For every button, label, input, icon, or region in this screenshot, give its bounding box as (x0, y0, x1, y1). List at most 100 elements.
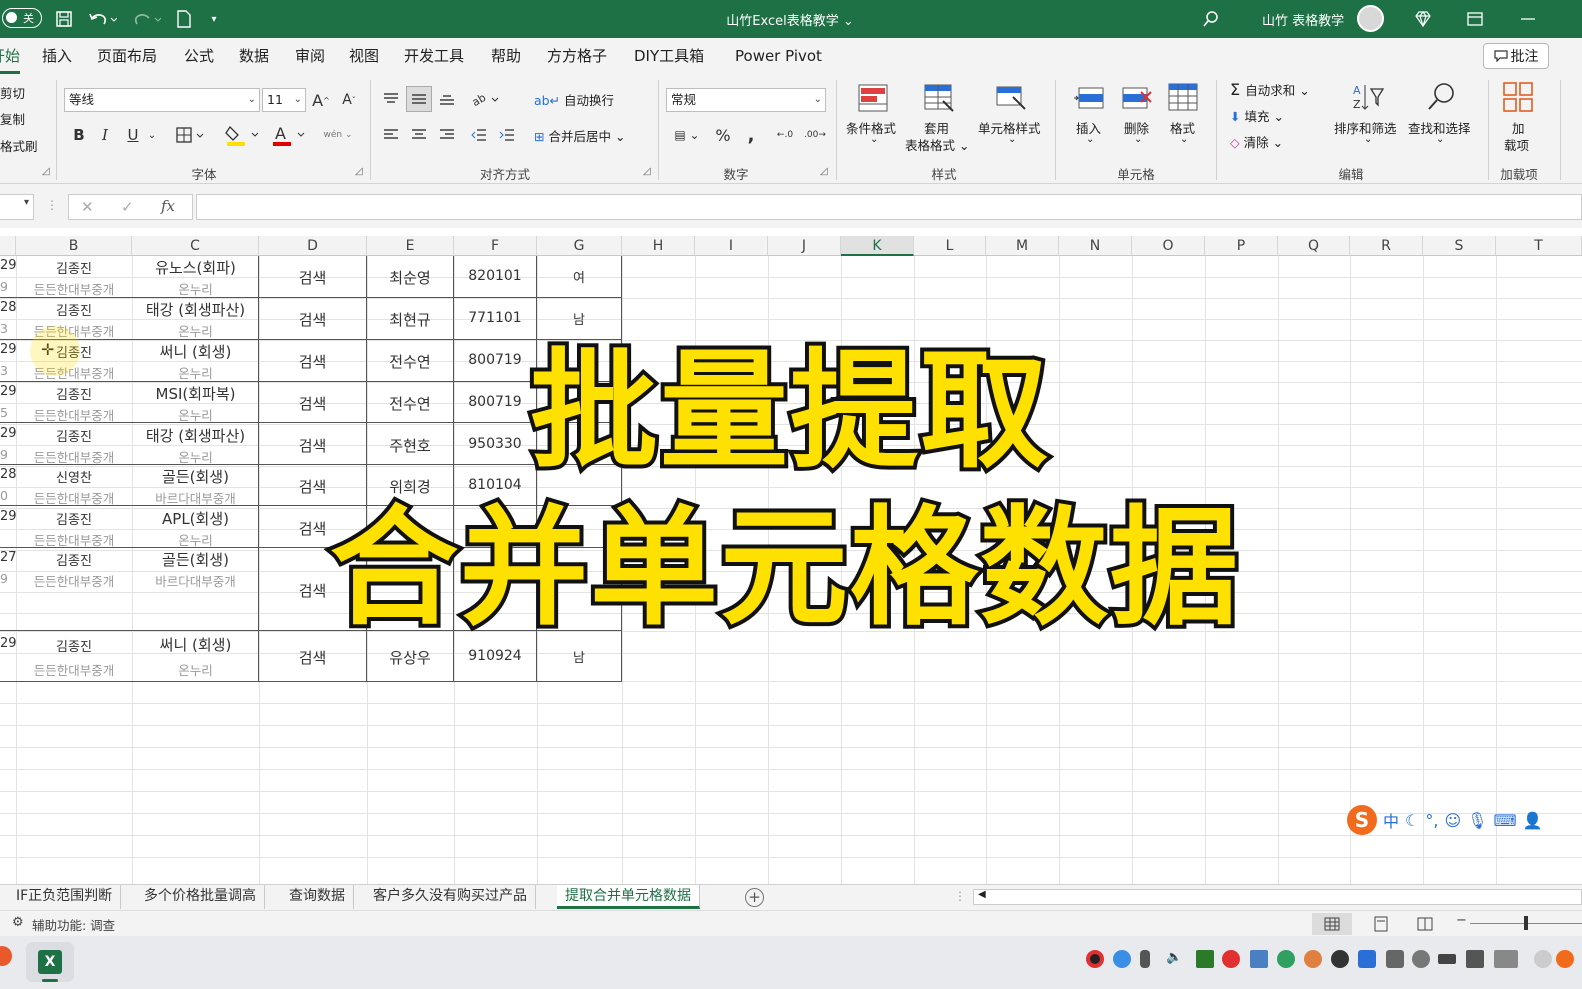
cell-a-sub[interactable]: 3 (0, 321, 16, 336)
alignment-launcher-icon[interactable]: ◿ (643, 166, 651, 177)
horizontal-scrollbar[interactable]: ◀ (973, 889, 1582, 905)
document-title[interactable]: 山竹Excel表格教学 ⌄ (700, 10, 880, 29)
tab-diy-toolbox[interactable]: DIY工具箱 (634, 38, 704, 74)
cell-c[interactable]: 써니 (회생) (132, 634, 259, 655)
tab-developer[interactable]: 开发工具 (404, 38, 464, 74)
cell-g[interactable]: 여 (537, 267, 621, 286)
cell-d[interactable]: 검색 (259, 309, 366, 330)
sheet-tab-customer-purchase[interactable]: 客户多久没有购买过产品 (365, 885, 536, 909)
cell-c-sub[interactable]: 온누리 (132, 447, 259, 466)
cell-c-sub[interactable]: 온누리 (132, 363, 259, 382)
undo-icon[interactable] (84, 8, 120, 30)
cell-b-sub[interactable]: 든든한대부중개 (16, 488, 132, 507)
cell-c-sub[interactable]: 온누리 (132, 405, 259, 424)
insert-cells-icon[interactable] (1072, 82, 1106, 114)
zoom-out-icon[interactable]: − (1456, 913, 1467, 928)
orientation-icon[interactable]: ab (468, 88, 504, 110)
align-right-icon[interactable] (436, 124, 458, 146)
cell-e[interactable]: 최순영 (367, 267, 453, 288)
cell-c[interactable]: 태강 (회생파산) (132, 425, 259, 446)
cell-b-sub[interactable]: 든든한대부중개 (16, 571, 132, 590)
format-cells-icon[interactable] (1166, 80, 1200, 114)
align-top-icon[interactable] (380, 88, 402, 110)
wifi-icon[interactable] (1466, 950, 1484, 968)
cell-a-sub[interactable]: 3 (0, 363, 16, 378)
format-as-table-button[interactable]: 表格格式 ⌄ (905, 135, 969, 154)
eye-tray-icon[interactable] (1412, 950, 1430, 968)
browser-app-icon[interactable] (0, 946, 12, 966)
column-header-t[interactable]: T (1496, 236, 1582, 256)
settings-tray-icon[interactable] (1534, 950, 1552, 968)
scroll-left-icon[interactable]: ◀ (978, 889, 986, 900)
cell-c-sub[interactable]: 온누리 (132, 279, 259, 298)
addins-icon[interactable] (1500, 80, 1536, 114)
bold-icon[interactable]: B (70, 124, 88, 146)
emoji-icon[interactable]: ☺ (1444, 811, 1461, 830)
cloud-icon[interactable] (1113, 950, 1131, 968)
column-header-p[interactable]: P (1205, 236, 1278, 256)
tab-data[interactable]: 数据 (239, 38, 269, 74)
user-icon[interactable]: 👤 (1523, 811, 1543, 830)
cell-f[interactable]: 771101 (454, 310, 536, 326)
qq2-tray-icon[interactable] (1331, 950, 1349, 968)
cell-c[interactable]: 골든(회생) (132, 466, 259, 487)
excel-taskbar-button[interactable]: X (26, 942, 74, 982)
increase-indent-icon[interactable] (496, 124, 518, 146)
cell-c[interactable]: 유노스(회파) (132, 257, 259, 278)
cell-e[interactable]: 최현규 (367, 309, 453, 330)
cell-b[interactable]: 김종진 (16, 636, 132, 655)
cell-f[interactable]: 950330 (454, 436, 536, 452)
find-select-icon[interactable] (1424, 80, 1458, 114)
keyboard-icon[interactable]: ⌨ (1493, 811, 1516, 830)
shield-tray-icon[interactable] (1358, 950, 1376, 968)
copy-button[interactable]: 复制 (0, 109, 25, 128)
cell-c[interactable]: APL(회생) (132, 508, 259, 529)
add-sheet-icon[interactable]: + (745, 888, 764, 907)
format-painter-button[interactable]: 格式刷 (0, 136, 38, 155)
sort-filter-icon[interactable]: AZ (1350, 80, 1386, 114)
customize-toolbar-icon[interactable]: ▾ (206, 8, 222, 30)
tab-formulas[interactable]: 公式 (184, 38, 214, 74)
underline-dropdown-icon[interactable]: ⌄ (146, 124, 158, 146)
cell-b-sub[interactable]: 든든한대부중개 (16, 660, 132, 679)
cell-d[interactable]: 검색 (259, 267, 366, 288)
align-middle-icon[interactable] (406, 86, 432, 112)
qq-tray-icon[interactable] (1304, 950, 1322, 968)
column-header-m[interactable]: M (986, 236, 1059, 256)
cell-a[interactable]: 28 (0, 467, 16, 482)
column-header-f[interactable]: F (454, 236, 537, 256)
font-name-select[interactable]: 等线 ⌄ (64, 88, 260, 112)
cell-c[interactable]: 써니 (회생) (132, 341, 259, 362)
minimize-icon[interactable] (1518, 8, 1538, 30)
cell-c-sub[interactable]: 온누리 (132, 321, 259, 340)
column-header-o[interactable]: O (1132, 236, 1205, 256)
sheet-tab-extract-merged[interactable]: 提取合并单元格数据 (557, 885, 700, 909)
font-color-icon[interactable]: A (268, 122, 308, 148)
cell-a[interactable]: 29 (0, 342, 16, 357)
column-header-j[interactable]: J (768, 236, 841, 256)
tab-page-layout[interactable]: 页面布局 (97, 38, 157, 74)
cell-b-sub[interactable]: 든든한대부중개 (16, 447, 132, 466)
percent-icon[interactable]: % (712, 124, 734, 146)
cell-b[interactable]: 신영찬 (16, 467, 132, 486)
wrap-text-button[interactable]: ab↵ 自动换行 (534, 90, 614, 109)
leaf-tray-icon[interactable] (1277, 950, 1295, 968)
accessibility-icon[interactable]: ⚙ (12, 915, 24, 930)
cell-a[interactable]: 27 (0, 550, 16, 565)
column-header-h[interactable]: H (622, 236, 695, 256)
cell-b[interactable]: 김종진 (16, 509, 132, 528)
fill-button[interactable]: ⬇ 填充 ⌄ (1230, 106, 1284, 125)
sheet-tab-query-data[interactable]: 查询数据 (281, 885, 354, 909)
font-launcher-icon[interactable]: ◿ (355, 166, 363, 177)
column-header-c[interactable]: C (132, 236, 259, 256)
cell-e[interactable]: 전수연 (367, 351, 453, 372)
cell-a-sub[interactable]: 9 (0, 447, 16, 462)
cell-a[interactable]: 29 (0, 384, 16, 399)
column-header-a-partial[interactable] (0, 236, 16, 256)
screen-tray-icon[interactable] (1386, 950, 1404, 968)
column-header-g[interactable]: G (537, 236, 622, 256)
sogou-tray-icon[interactable] (1222, 950, 1240, 968)
cell-c[interactable]: 태강 (회생파산) (132, 299, 259, 320)
borders-icon[interactable] (172, 124, 208, 146)
page-break-view-icon[interactable] (1414, 913, 1436, 935)
